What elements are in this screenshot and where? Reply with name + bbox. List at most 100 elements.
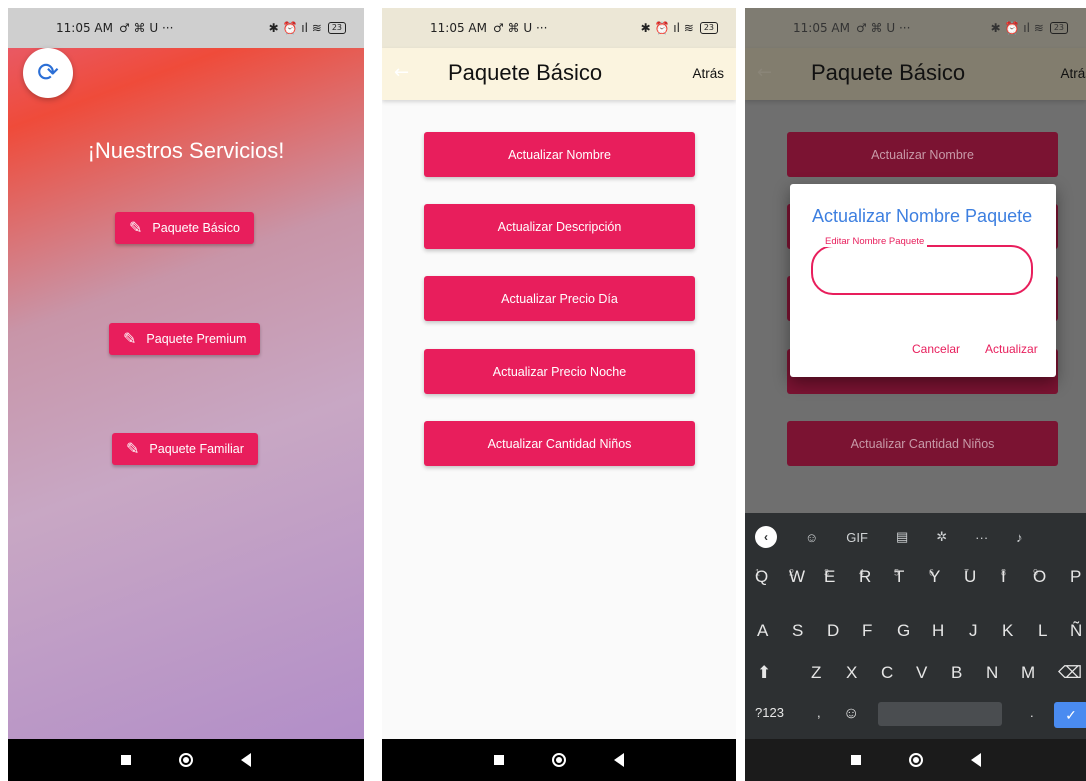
symbols-key[interactable]: ?123: [755, 705, 784, 720]
field-label: Editar Nombre Paquete: [822, 236, 928, 247]
key[interactable]: P: [1070, 567, 1081, 587]
keyboard-toolbar: ‹ ☺ GIF ▤ ✲ ··· ♪: [745, 519, 1086, 555]
settings-icon[interactable]: ✲: [936, 529, 947, 545]
key[interactable]: W2: [789, 567, 805, 587]
home-button[interactable]: [908, 753, 923, 767]
key[interactable]: L: [1038, 621, 1047, 641]
check-icon: ✓: [1065, 706, 1077, 723]
nav-bar: [382, 739, 736, 781]
pencil-icon: ✎: [126, 441, 140, 458]
home-button[interactable]: [552, 753, 566, 767]
button-label: Paquete Familiar: [149, 442, 244, 456]
key[interactable]: N: [986, 663, 998, 683]
battery-icon: 23: [327, 22, 346, 34]
key[interactable]: C: [881, 663, 893, 683]
status-time: 11:05 AM: [56, 21, 113, 35]
key[interactable]: O9: [1033, 567, 1046, 587]
comma-key[interactable]: ,: [817, 705, 821, 720]
key[interactable]: R4: [859, 567, 871, 587]
clipboard-icon[interactable]: ▤: [896, 529, 908, 545]
key[interactable]: A: [757, 621, 768, 641]
atras-button[interactable]: Atrás: [692, 66, 724, 81]
status-time: 11:05 AM: [430, 21, 487, 35]
key[interactable]: H: [932, 621, 944, 641]
app-bar: ← Paquete Básico Atrás: [382, 48, 736, 100]
status-icons-right: ✱ ⏰ ıl ≋: [990, 21, 1044, 35]
paquete-basico-button[interactable]: ✎ Paquete Básico: [115, 212, 254, 244]
keyboard-collapse-icon[interactable]: ‹: [755, 526, 777, 548]
actualizar-cantidad-ninos-button[interactable]: Actualizar Cantidad Niños: [424, 421, 695, 466]
emoji-icon[interactable]: ☺: [843, 705, 859, 723]
nav-bar: [8, 739, 364, 781]
back-button[interactable]: [614, 753, 624, 767]
key[interactable]: Z: [811, 663, 821, 683]
key[interactable]: S: [792, 621, 803, 641]
key[interactable]: F: [862, 621, 872, 641]
page-title: ¡Nuestros Servicios!: [87, 138, 285, 163]
key[interactable]: B: [951, 663, 962, 683]
status-icons-left: ♂ ⌘ U ···: [492, 21, 548, 35]
key[interactable]: Y6: [929, 567, 940, 587]
back-button[interactable]: [241, 753, 251, 767]
key[interactable]: Q1: [755, 567, 768, 587]
key[interactable]: Ñ: [1070, 621, 1082, 641]
key[interactable]: D: [827, 621, 839, 641]
cancel-button[interactable]: Cancelar: [912, 342, 960, 356]
key[interactable]: T5: [894, 567, 904, 587]
status-time: 11:05 AM: [793, 21, 850, 35]
status-icons-left: ♂ ⌘ U ···: [855, 21, 911, 35]
recents-button[interactable]: [494, 755, 504, 765]
key[interactable]: X: [846, 663, 857, 683]
pencil-icon: ✎: [123, 331, 137, 348]
status-icons-left: ♂ ⌘ U ···: [118, 21, 174, 35]
key[interactable]: J: [969, 621, 978, 641]
appbar-title: Paquete Básico: [811, 60, 966, 85]
update-button[interactable]: Actualizar: [985, 342, 1038, 356]
space-bar[interactable]: [878, 702, 1002, 726]
actualizar-cantidad-ninos-button: Actualizar Cantidad Niños: [787, 421, 1058, 466]
gif-button[interactable]: GIF: [846, 530, 868, 545]
keyboard: ‹ ☺ GIF ▤ ✲ ··· ♪ Q1 W2 E3 R4 T5 Y6 U7 I…: [745, 513, 1086, 739]
status-bar: 11:05 AM ♂ ⌘ U ··· ✱ ⏰ ıl ≋ 23: [8, 8, 364, 48]
backspace-icon[interactable]: ⌫: [1058, 663, 1082, 683]
back-arrow-icon[interactable]: ←: [394, 62, 409, 83]
key[interactable]: G: [897, 621, 910, 641]
paquete-familiar-button[interactable]: ✎ Paquete Familiar: [112, 433, 258, 465]
home-button[interactable]: [179, 753, 193, 767]
key[interactable]: E3: [824, 567, 835, 587]
status-bar: 11:05 AM ♂ ⌘ U ··· ✱ ⏰ ıl ≋ 23: [382, 8, 736, 48]
key[interactable]: U7: [964, 567, 976, 587]
nav-bar: [745, 739, 1086, 781]
recents-button[interactable]: [850, 755, 861, 765]
key[interactable]: V: [916, 663, 927, 683]
edit-name-dialog: Actualizar Nombre Paquete Editar Nombre …: [790, 184, 1056, 377]
more-icon[interactable]: ···: [975, 530, 988, 545]
key[interactable]: K: [1002, 621, 1013, 641]
status-bar: 11:05 AM ♂ ⌘ U ··· ✱ ⏰ ıl ≋ 23: [745, 8, 1086, 48]
app-bar: ← Paquete Básico Atrás: [745, 48, 1086, 100]
actualizar-descripcion-button[interactable]: Actualizar Descripción: [424, 204, 695, 249]
pencil-icon: ✎: [129, 220, 143, 237]
back-button[interactable]: [970, 753, 981, 767]
actualizar-nombre-button[interactable]: Actualizar Nombre: [424, 132, 695, 177]
mic-icon[interactable]: ♪: [1016, 530, 1023, 545]
refresh-icon: ⟳: [37, 58, 59, 88]
atras-button: Atrás: [1060, 66, 1086, 81]
keyboard-row-2: A S D F G H J K L Ñ: [745, 621, 1086, 647]
sticker-icon[interactable]: ☺: [805, 530, 818, 545]
button-label: Paquete Básico: [152, 221, 240, 235]
enter-key[interactable]: ✓: [1054, 702, 1086, 728]
period-key[interactable]: .: [1030, 705, 1034, 720]
button-label: Paquete Premium: [146, 332, 247, 346]
recents-button[interactable]: [121, 755, 131, 765]
key[interactable]: I8: [1001, 567, 1006, 587]
nombre-paquete-input[interactable]: [811, 245, 1033, 295]
actualizar-precio-noche-button[interactable]: Actualizar Precio Noche: [424, 349, 695, 394]
paquete-premium-button[interactable]: ✎ Paquete Premium: [109, 323, 261, 355]
phone-edit-dialog: 11:05 AM ♂ ⌘ U ··· ✱ ⏰ ıl ≋ 23 ← Paquete B…: [745, 8, 1086, 781]
shift-icon[interactable]: ⬆: [757, 663, 771, 683]
actualizar-precio-dia-button[interactable]: Actualizar Precio Día: [424, 276, 695, 321]
key[interactable]: M: [1021, 663, 1035, 683]
refresh-button[interactable]: ⟳: [23, 48, 73, 98]
appbar-title: Paquete Básico: [448, 60, 603, 85]
